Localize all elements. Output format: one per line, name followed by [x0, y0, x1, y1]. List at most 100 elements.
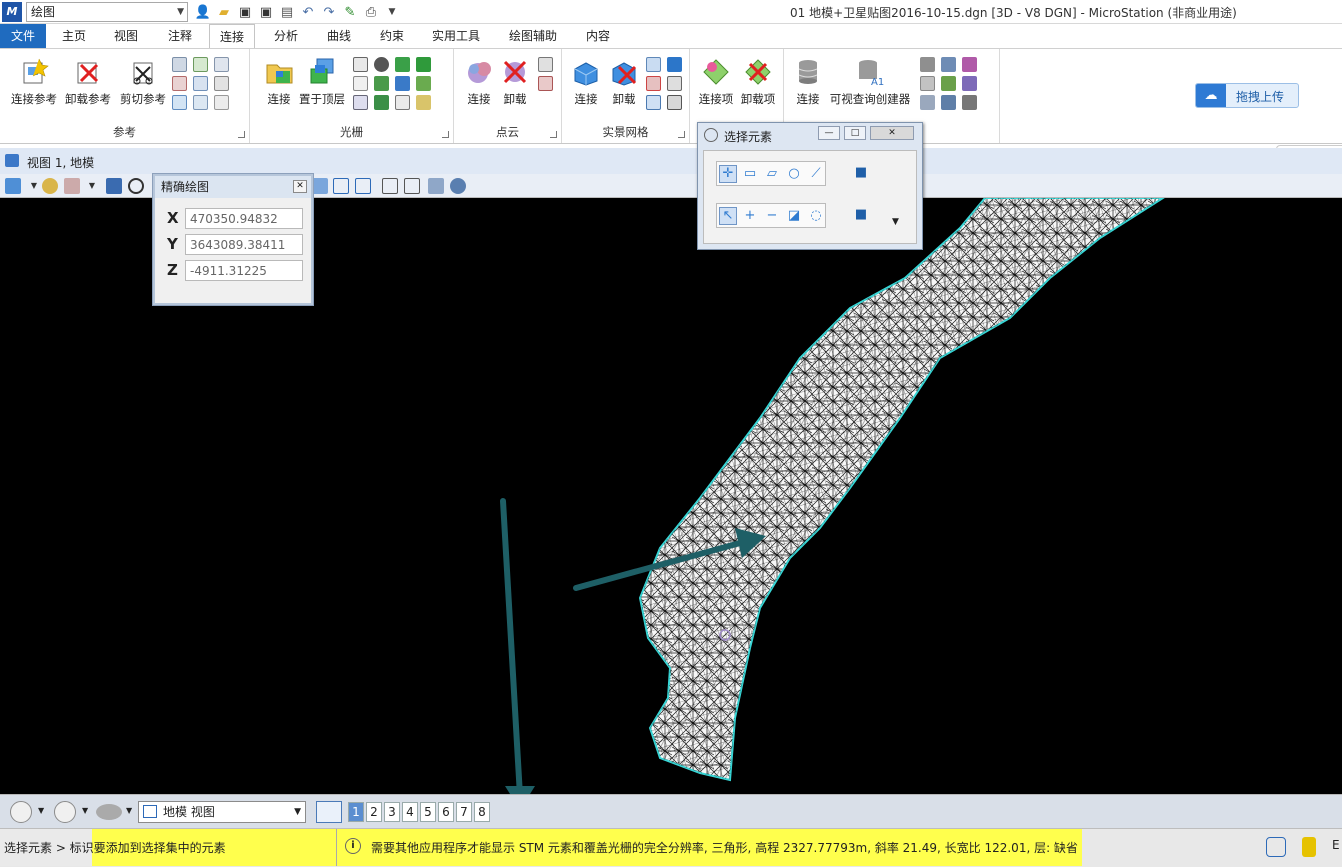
- realitymesh-tool-icon[interactable]: [667, 57, 682, 72]
- reference-tool-icon[interactable]: [172, 76, 187, 91]
- select-element-dialog[interactable]: 选择元素 — □ ✕ ✛ ▭ ▱ ○ ⟋ ■ ↖ + − ◪ ◌ ■ ▼: [697, 122, 923, 250]
- tab-view[interactable]: 视图: [104, 24, 148, 48]
- chevron-down-icon[interactable]: ▼: [82, 806, 88, 815]
- raster-tool-icon[interactable]: [416, 57, 431, 72]
- clear-mode-icon[interactable]: ◌: [807, 207, 825, 225]
- save-settings-icon[interactable]: ▣: [257, 3, 275, 21]
- pin-icon[interactable]: ✎: [341, 3, 359, 21]
- tab-content[interactable]: 内容: [576, 24, 620, 48]
- clear-selection-icon[interactable]: ■: [852, 163, 870, 181]
- zoom-out-icon[interactable]: [312, 178, 328, 194]
- snap-icon[interactable]: [1266, 837, 1286, 857]
- reference-tool-icon[interactable]: [172, 57, 187, 72]
- maximize-button[interactable]: □: [844, 126, 866, 140]
- previous-view-icon[interactable]: [333, 178, 349, 194]
- detach-reference-button[interactable]: 卸载参考: [62, 55, 114, 111]
- reference-tool-icon[interactable]: [214, 95, 229, 110]
- chevron-down-icon[interactable]: ▼: [126, 806, 132, 815]
- circle-select-icon[interactable]: ○: [785, 165, 803, 183]
- customize-dropdown-icon[interactable]: ▼: [383, 3, 401, 21]
- detach-item-button[interactable]: 卸载项: [736, 55, 780, 111]
- render-icon[interactable]: [450, 178, 466, 194]
- database-tool-icon[interactable]: [920, 76, 935, 91]
- view-button-1[interactable]: 1: [348, 802, 364, 822]
- tab-file[interactable]: 文件: [0, 24, 46, 48]
- dialog-launcher-icon[interactable]: [238, 131, 245, 138]
- database-tool-icon[interactable]: [920, 57, 935, 72]
- chevron-down-icon[interactable]: ▼: [38, 806, 44, 815]
- tab-drawing-aids[interactable]: 绘图辅助: [499, 24, 567, 48]
- attach-reference-button[interactable]: 连接参考: [5, 55, 63, 111]
- realitymesh-tool-icon[interactable]: [646, 57, 661, 72]
- y-coordinate-field[interactable]: [185, 234, 303, 255]
- view-attributes-icon[interactable]: [5, 178, 21, 194]
- line-select-icon[interactable]: ⟋: [807, 165, 825, 183]
- raster-tool-icon[interactable]: [374, 95, 389, 110]
- pointcloud-tool-icon[interactable]: [538, 76, 553, 91]
- pointcloud-tool-icon[interactable]: [538, 57, 553, 72]
- x-coordinate-field[interactable]: [185, 208, 303, 229]
- update-view-icon[interactable]: [106, 178, 122, 194]
- accudraw-panel[interactable]: 精确绘图 ✕ X Y Z: [153, 174, 313, 305]
- add-select-icon[interactable]: +: [741, 207, 759, 225]
- lighting-icon[interactable]: [64, 178, 80, 194]
- shape-select-icon[interactable]: ▱: [763, 165, 781, 183]
- raster-tool-icon[interactable]: [395, 95, 410, 110]
- attach-item-button[interactable]: 连接项: [694, 55, 738, 111]
- drag-upload-button[interactable]: ☁ 拖拽上传: [1195, 83, 1299, 108]
- lock-icon[interactable]: [1302, 837, 1316, 857]
- select-element-titlebar[interactable]: 选择元素 — □ ✕: [698, 123, 922, 147]
- dialog-launcher-icon[interactable]: [678, 131, 685, 138]
- reference-tool-icon[interactable]: [193, 95, 208, 110]
- new-select-icon[interactable]: ↖: [719, 206, 737, 225]
- close-button[interactable]: ✕: [870, 126, 914, 140]
- database-connect-button[interactable]: 连接: [786, 55, 830, 111]
- clip-volume-icon[interactable]: [382, 178, 398, 194]
- raster-tool-icon[interactable]: [374, 57, 389, 72]
- subtract-select-icon[interactable]: −: [763, 207, 781, 225]
- user-icon[interactable]: 👤: [194, 3, 212, 21]
- invert-select-icon[interactable]: ◪: [785, 207, 803, 225]
- z-coordinate-field[interactable]: [185, 260, 303, 281]
- tab-constraints[interactable]: 约束: [370, 24, 414, 48]
- status-message-area[interactable]: i 需要其他应用程序才能显示 STM 元素和覆盖光栅的完全分辨率, 三角形, 高…: [336, 829, 1082, 866]
- database-tool-icon[interactable]: [941, 76, 956, 91]
- dialog-launcher-icon[interactable]: [550, 131, 557, 138]
- reference-tool-icon[interactable]: [214, 57, 229, 72]
- view-button-5[interactable]: 5: [420, 802, 436, 822]
- database-tool-icon[interactable]: [920, 95, 935, 110]
- reference-tool-icon[interactable]: [193, 57, 208, 72]
- open-folder-icon[interactable]: ▰: [215, 3, 233, 21]
- visual-query-builder-button[interactable]: A1 可视查询创建器: [826, 55, 914, 111]
- minimize-button[interactable]: —: [818, 126, 840, 140]
- raster-tool-icon[interactable]: [374, 76, 389, 91]
- raster-tool-icon[interactable]: [395, 76, 410, 91]
- raster-tool-icon[interactable]: [416, 95, 431, 110]
- raster-tool-icon[interactable]: [353, 95, 368, 110]
- tab-curves[interactable]: 曲线: [317, 24, 361, 48]
- raster-tool-icon[interactable]: [353, 57, 368, 72]
- block-select-icon[interactable]: ▭: [741, 165, 759, 183]
- raster-tool-icon[interactable]: [353, 76, 368, 91]
- compress-icon[interactable]: ▤: [278, 3, 296, 21]
- database-tool-icon[interactable]: [962, 57, 977, 72]
- forward-icon[interactable]: [54, 801, 76, 823]
- view-button-8[interactable]: 8: [474, 802, 490, 822]
- chevron-down-icon[interactable]: ▼: [84, 178, 100, 194]
- view-button-3[interactable]: 3: [384, 802, 400, 822]
- model-view-dropdown[interactable]: 地模 视图 ▼: [138, 801, 306, 823]
- display-style-icon[interactable]: [42, 178, 58, 194]
- view-groups-icon[interactable]: [316, 801, 342, 823]
- workflow-dropdown[interactable]: 绘图 ▼: [26, 2, 188, 22]
- chevron-down-icon[interactable]: ▼: [892, 217, 899, 227]
- close-icon[interactable]: ✕: [293, 180, 307, 193]
- realitymesh-tool-icon[interactable]: [646, 76, 661, 91]
- realitymesh-tool-icon[interactable]: [646, 95, 661, 110]
- print-icon[interactable]: ⎙: [362, 3, 380, 21]
- microstation-logo-icon[interactable]: M: [2, 2, 22, 22]
- dialog-launcher-icon[interactable]: [442, 131, 449, 138]
- back-icon[interactable]: [10, 801, 32, 823]
- detach-realitymesh-button[interactable]: 卸载: [602, 55, 646, 111]
- raster-tool-icon[interactable]: [395, 57, 410, 72]
- tab-utilities[interactable]: 实用工具: [422, 24, 490, 48]
